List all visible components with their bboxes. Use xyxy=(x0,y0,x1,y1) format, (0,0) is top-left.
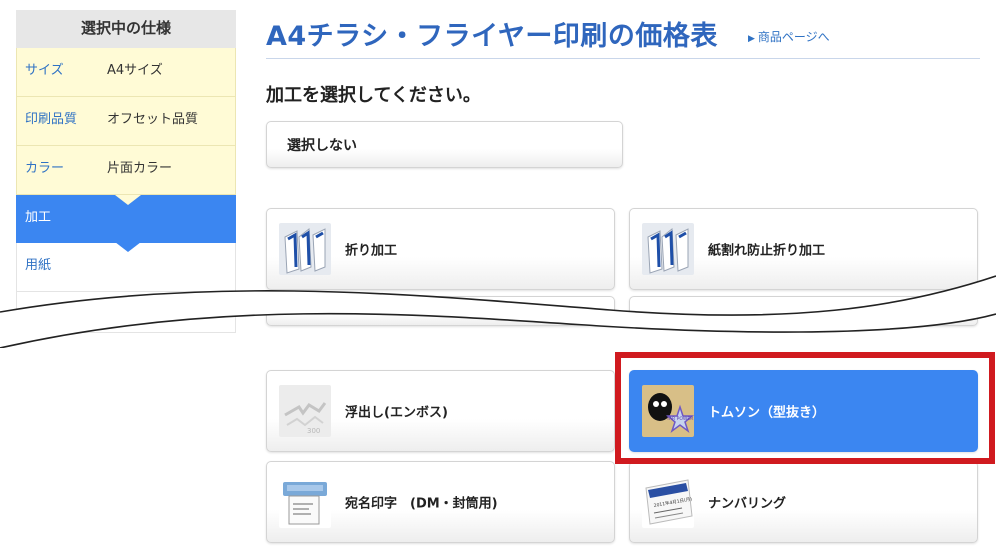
option-numbering-button[interactable]: 2011年4月1日(月) ナンバリング xyxy=(629,461,978,543)
option-none-button[interactable]: 選択しない xyxy=(266,121,623,168)
option-label: 紙割れ防止折り加工 xyxy=(708,243,826,259)
spec-key: カラー xyxy=(25,161,65,176)
spec-key: 加工 xyxy=(25,210,52,225)
option-label: ナンバリング xyxy=(708,496,787,512)
option-label: 浮出し(エンボス) xyxy=(345,405,448,421)
option-address-print-button[interactable]: 宛名印字 (DM・封筒用) xyxy=(266,461,615,543)
spec-row-processing[interactable]: 加工 xyxy=(16,195,236,252)
emboss-icon: 300 xyxy=(279,385,331,437)
sidebar-title: 選択中の仕様 xyxy=(16,10,236,48)
option-label: 折り加工 xyxy=(345,243,398,259)
spec-row-size[interactable]: サイズ A4サイズ xyxy=(16,48,236,97)
spec-value: A4サイズ xyxy=(107,63,163,78)
highlight-frame xyxy=(615,352,995,464)
address-print-icon xyxy=(279,476,331,528)
spec-row-color[interactable]: カラー 片面カラー xyxy=(16,146,236,195)
option-label: 選択しない xyxy=(287,137,357,154)
spec-value: オフセット品質 xyxy=(107,112,199,127)
option-label: 宛名印字 (DM・封筒用) xyxy=(345,496,498,512)
page-title: A4チラシ・フライヤー印刷の価格表 xyxy=(266,21,718,52)
product-link-label: 商品ページへ xyxy=(757,30,830,44)
spec-key: 印刷品質 xyxy=(25,112,78,127)
triangle-right-icon: ▶ xyxy=(748,34,755,44)
section-heading: 加工を選択してください。 xyxy=(266,85,481,106)
spec-row-quality[interactable]: 印刷品質 オフセット品質 xyxy=(16,97,236,146)
svg-text:300: 300 xyxy=(307,427,320,435)
title-divider xyxy=(266,58,980,59)
product-page-link[interactable]: ▶ 商品ページへ xyxy=(748,28,830,45)
spec-value: 片面カラー xyxy=(107,161,173,176)
spec-key: サイズ xyxy=(25,63,64,78)
section-break xyxy=(0,275,996,348)
option-emboss-button[interactable]: 300 浮出し(エンボス) xyxy=(266,370,615,452)
numbering-icon: 2011年4月1日(月) xyxy=(642,476,694,528)
